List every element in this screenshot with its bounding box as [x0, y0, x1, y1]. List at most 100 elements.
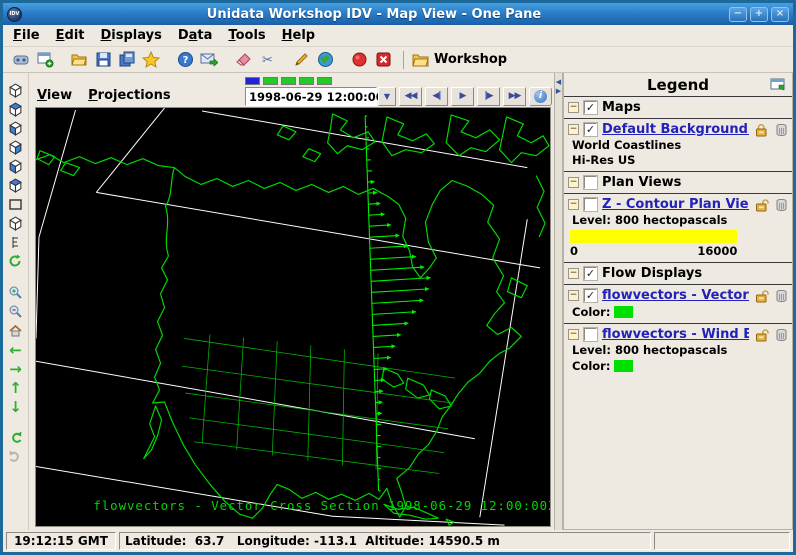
redo-icon[interactable]: [6, 447, 26, 466]
go-to-start-button[interactable]: ◀◀: [399, 87, 422, 106]
save-icon[interactable]: [91, 49, 115, 71]
go-to-end-button[interactable]: ▶▶: [503, 87, 526, 106]
menu-displays[interactable]: Displays: [101, 28, 162, 43]
erase-icon[interactable]: [231, 49, 255, 71]
unlock-icon[interactable]: [754, 289, 770, 303]
collapse-icon[interactable]: −: [568, 199, 579, 210]
edit-icon[interactable]: [289, 49, 313, 71]
pan-down-icon[interactable]: ↓: [6, 397, 26, 416]
menu-file[interactable]: File: [13, 28, 40, 43]
panel-splitter[interactable]: ◀ ▶: [555, 73, 563, 530]
menu-help[interactable]: Help: [282, 28, 315, 43]
new-window-icon[interactable]: [33, 49, 57, 71]
trash-icon[interactable]: [775, 328, 788, 342]
zoom-out-icon[interactable]: [6, 302, 26, 321]
visibility-checkbox[interactable]: [584, 198, 597, 211]
vector-cross-section: [365, 116, 430, 491]
step-back-button[interactable]: ◀|: [425, 87, 448, 106]
trash-icon[interactable]: [775, 289, 788, 303]
visibility-checkbox[interactable]: ✓: [584, 101, 597, 114]
trash-icon[interactable]: [775, 198, 788, 212]
collapse-icon[interactable]: −: [568, 102, 579, 113]
lock-icon[interactable]: [754, 123, 770, 137]
view-right-icon[interactable]: [6, 138, 26, 157]
home-view-icon[interactable]: [6, 321, 26, 340]
unlock-icon[interactable]: [754, 198, 770, 212]
time-step-box-0[interactable]: [245, 77, 260, 85]
map-menu-view[interactable]: View: [37, 88, 72, 103]
cut-icon[interactable]: ✂: [255, 49, 279, 71]
globe-icon[interactable]: [313, 49, 337, 71]
float-legend-icon[interactable]: [770, 78, 788, 93]
favorites-icon[interactable]: [139, 49, 163, 71]
collapse-icon[interactable]: −: [568, 177, 579, 188]
color-swatch[interactable]: [614, 360, 633, 372]
time-field[interactable]: 1998-06-29 12:00:00Z: [245, 87, 377, 106]
rotate-view-icon[interactable]: [6, 214, 26, 233]
zoom-in-icon[interactable]: [6, 283, 26, 302]
auto-rotate-icon[interactable]: [6, 252, 26, 271]
view-front-icon[interactable]: [6, 176, 26, 195]
step-forward-button[interactable]: |▶: [477, 87, 500, 106]
workshop-folder-button[interactable]: Workshop: [412, 52, 507, 67]
flat-view-icon[interactable]: [6, 195, 26, 214]
collapse-icon[interactable]: −: [568, 124, 579, 135]
time-step-box-3[interactable]: [299, 77, 314, 85]
visibility-checkbox[interactable]: ✓: [584, 267, 597, 280]
time-step-box-4[interactable]: [317, 77, 332, 85]
collapse-icon[interactable]: −: [568, 268, 579, 279]
visibility-checkbox[interactable]: ✓: [584, 289, 597, 302]
display-control-link[interactable]: flowvectors - Vector C...: [602, 288, 749, 303]
expand-legend-icon[interactable]: ▶: [556, 88, 561, 95]
legend-section-plan-views: −Plan Views − Z - Contour Plan View Leve…: [564, 171, 792, 262]
animation-properties-button[interactable]: i: [529, 87, 552, 106]
section-label: Flow Displays: [602, 266, 702, 281]
display-control-link[interactable]: Z - Contour Plan View: [602, 197, 749, 212]
pan-left-icon[interactable]: ←: [6, 340, 26, 359]
time-step-box-2[interactable]: [281, 77, 296, 85]
collapse-icon[interactable]: −: [568, 290, 579, 301]
unlock-icon[interactable]: [754, 328, 770, 342]
view-bottom-icon[interactable]: [6, 119, 26, 138]
menu-edit[interactable]: Edit: [56, 28, 85, 43]
map-menu-projections[interactable]: Projections: [88, 88, 170, 103]
trash-icon[interactable]: [775, 123, 788, 137]
undo-icon[interactable]: [6, 428, 26, 447]
view-cube-icon[interactable]: [6, 81, 26, 100]
visibility-checkbox[interactable]: ✓: [584, 123, 597, 136]
collapse-icon[interactable]: −: [568, 329, 579, 340]
time-step-indicators: [245, 77, 332, 85]
play-button[interactable]: ▶: [451, 87, 474, 106]
folder-icon: [412, 52, 429, 67]
collapse-legend-icon[interactable]: ◀: [556, 79, 561, 86]
copy-icon[interactable]: [115, 49, 139, 71]
legend-section-flow-displays: −✓Flow Displays −✓ flowvectors - Vector …: [564, 262, 792, 377]
color-label: Color:: [572, 305, 610, 319]
visibility-checkbox[interactable]: [584, 176, 597, 189]
record-icon[interactable]: [347, 49, 371, 71]
open-file-icon[interactable]: [67, 49, 91, 71]
pan-up-icon[interactable]: ↑: [6, 378, 26, 397]
menu-data[interactable]: Data: [178, 28, 213, 43]
minimize-button[interactable]: −: [729, 7, 747, 22]
stop-icon[interactable]: [371, 49, 395, 71]
time-dropdown-button[interactable]: ▼: [378, 87, 396, 106]
time-step-box-1[interactable]: [263, 77, 278, 85]
display-control-link[interactable]: flowvectors - Wind Ba...: [602, 327, 749, 342]
dashboard-icon[interactable]: [9, 49, 33, 71]
display-control-link[interactable]: Default Background M...: [602, 122, 749, 137]
color-bar[interactable]: [570, 230, 737, 243]
pan-right-icon[interactable]: →: [6, 359, 26, 378]
close-button[interactable]: ×: [771, 7, 789, 22]
help-icon[interactable]: ?: [173, 49, 197, 71]
visibility-checkbox[interactable]: [584, 328, 597, 341]
title-bar[interactable]: IDV Unidata Workshop IDV - Map View - On…: [3, 3, 793, 25]
menu-tools[interactable]: Tools: [228, 28, 265, 43]
view-top-icon[interactable]: [6, 100, 26, 119]
map-3d-canvas[interactable]: flowvectors - Vector Cross Section 1998-…: [35, 107, 551, 527]
color-swatch[interactable]: [614, 306, 633, 318]
support-request-icon[interactable]: [197, 49, 221, 71]
view-left-icon[interactable]: [6, 157, 26, 176]
vertical-scale-icon[interactable]: [6, 233, 26, 252]
maximize-button[interactable]: +: [750, 7, 768, 22]
